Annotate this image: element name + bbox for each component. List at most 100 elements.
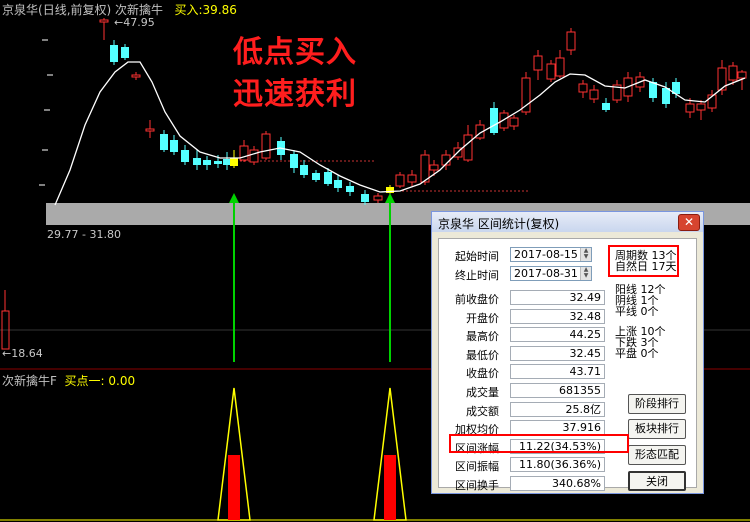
indicator-name: 次新擒牛	[115, 3, 164, 17]
candle-body	[361, 194, 369, 202]
price-low-label: ←18.64	[2, 347, 43, 360]
spin-icon[interactable]: ▲ ▼	[580, 267, 591, 280]
dialog-title-bar[interactable]: 京泉华 区间统计(复权) ✕	[432, 212, 703, 232]
candle-body	[249, 149, 259, 163]
stat-label: 成交额	[466, 404, 499, 418]
stock-name: 京泉华	[2, 3, 39, 17]
band-label: 29.77 - 31.80	[47, 228, 121, 241]
stat-label: 区间换手	[455, 479, 499, 492]
candle-body	[181, 150, 189, 162]
candle-body	[290, 154, 298, 168]
candle-body	[193, 158, 201, 165]
banner-line-2: 迅速获利	[233, 77, 357, 112]
support-lines	[236, 160, 530, 192]
stat-value: 43.71	[510, 364, 605, 380]
candle-body	[373, 195, 383, 201]
stat-label: 最高价	[466, 330, 499, 344]
candle-body	[99, 19, 109, 23]
stat-value: 32.48	[510, 308, 605, 324]
highlight-box	[608, 245, 679, 277]
stat-value: 32.45	[510, 345, 605, 361]
buy-point-label: 买点一:	[64, 374, 105, 388]
buy-label: 买入:	[174, 3, 203, 17]
candle-body	[261, 133, 271, 159]
close-button[interactable]: 关闭	[628, 471, 686, 491]
spin-icon[interactable]: ▲ ▼	[580, 248, 591, 261]
candle-body	[533, 55, 543, 71]
flat-lines: 平线 0个	[615, 305, 659, 318]
stat-label: 区间振幅	[455, 460, 499, 474]
candle-body	[578, 83, 588, 93]
stat-label: 最低价	[466, 348, 499, 362]
stage-rank-button[interactable]: 阶段排行	[628, 394, 686, 414]
candle-body	[737, 71, 747, 79]
sector-rank-button[interactable]: 板块排行	[628, 419, 686, 439]
end-date-picker[interactable]: 2017-08-31 ▲ ▼	[510, 266, 592, 281]
candle-body	[121, 47, 129, 58]
stat-value: 32.49	[510, 290, 605, 305]
candle-body	[662, 88, 670, 104]
candle-body	[728, 65, 738, 81]
stat-value: 37.916	[510, 420, 605, 436]
dialog-body: 起始时间 2017-08-15 ▲ ▼ 终止时间 2017-08-31 ▲ ▼ 前收盘价…	[438, 238, 697, 492]
candle-body	[334, 180, 342, 188]
candle-body	[110, 45, 118, 62]
buy-point-value: 0.00	[108, 374, 136, 388]
candle-body	[407, 174, 417, 183]
candle-body	[170, 140, 178, 152]
candle-body	[546, 63, 556, 80]
candle-body	[300, 165, 308, 175]
candle-body	[131, 74, 141, 78]
stat-value: 340.68%	[510, 476, 605, 491]
candle-body	[602, 103, 610, 110]
candle-body	[696, 103, 706, 111]
flat-count: 平盘 0个	[615, 347, 659, 360]
stat-label: 收盘价	[466, 367, 499, 381]
candle-body	[395, 174, 405, 187]
chart-period: (日线,前复权)	[38, 3, 112, 17]
buy-arrow-head	[229, 193, 239, 203]
end-time-label: 终止时间	[455, 269, 499, 282]
highlight-box	[449, 434, 629, 453]
candle-body	[566, 31, 576, 51]
candle-body	[145, 128, 155, 132]
signal-bar	[228, 455, 240, 520]
candlesticks[interactable]	[99, 18, 747, 205]
candle-body	[685, 103, 695, 113]
candle-body	[203, 160, 211, 165]
range-stats-dialog[interactable]: 京泉华 区间统计(复权) ✕ 起始时间 2017-08-15 ▲ ▼ 终止时间 20…	[431, 211, 704, 494]
stat-value: 681355	[510, 383, 605, 398]
sub-panel-header: 次新擒牛F 买点一: 0.00	[2, 372, 135, 389]
candle-body	[509, 117, 519, 127]
candle-body	[555, 57, 565, 77]
stat-label: 前收盘价	[455, 293, 499, 306]
stat-label: 开盘价	[466, 311, 499, 325]
stat-value: 11.80(36.36%)	[510, 457, 605, 473]
buy-arrow-head	[385, 193, 395, 203]
start-time-label: 起始时间	[455, 250, 499, 263]
candle-body	[214, 161, 222, 164]
candle-body	[463, 134, 473, 161]
pattern-match-button[interactable]: 形态匹配	[628, 445, 686, 465]
buy-value: 39.86	[202, 3, 237, 17]
candle-body	[346, 186, 354, 192]
price-high-label: ←47.95	[114, 16, 155, 29]
candle-body	[312, 173, 320, 180]
sub-indicator-name: 次新擒牛F	[2, 374, 57, 388]
candle-body	[429, 164, 439, 171]
start-date-picker[interactable]: 2017-08-15 ▲ ▼	[510, 247, 592, 262]
stat-label: 成交量	[466, 386, 499, 399]
candle-body	[230, 158, 238, 166]
candle-body	[160, 134, 168, 150]
candle-body	[490, 108, 498, 133]
dialog-title: 京泉华 区间统计(复权)	[438, 217, 560, 231]
candle-body	[589, 89, 599, 100]
candle-body	[223, 159, 231, 165]
close-icon[interactable]: ✕	[678, 214, 700, 231]
candle-body	[324, 172, 332, 184]
stat-value: 25.8亿	[510, 401, 605, 417]
banner-line-1: 低点买入	[233, 35, 357, 70]
signal-bar	[384, 455, 396, 520]
candle-body	[499, 112, 509, 129]
stat-value: 44.25	[510, 327, 605, 343]
